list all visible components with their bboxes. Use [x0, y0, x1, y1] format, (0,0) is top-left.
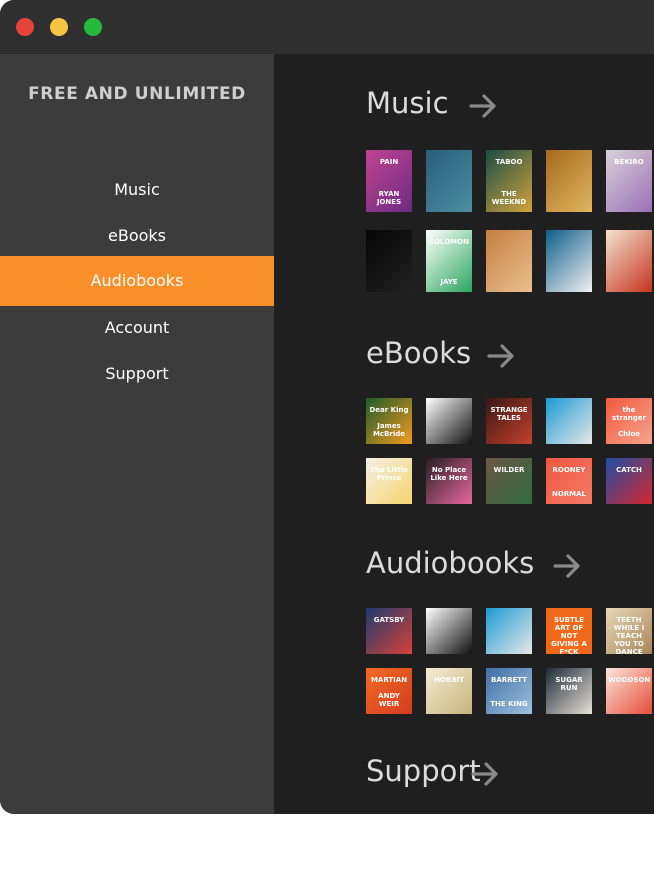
cover-subtitle: RYAN JONES — [376, 190, 402, 206]
cover-tile[interactable]: SUGAR RUN — [546, 668, 592, 714]
section-title-ebooks[interactable]: eBooks — [366, 336, 471, 370]
cover-title: STRANGE TALES — [490, 406, 528, 422]
cover-title: HOBBIT — [434, 676, 464, 684]
cover-title: TABOO — [495, 158, 523, 166]
sidebar: FREE AND UNLIMITED Music eBooks Audioboo… — [0, 54, 274, 814]
cover-tile[interactable]: TABOO THE WEEKND — [486, 150, 532, 212]
cover-tile[interactable]: SOLOMON JAYE — [426, 230, 472, 292]
cover-tile[interactable]: the stranger Chloe — [606, 398, 652, 444]
cover-subtitle: NORMAL — [551, 490, 587, 498]
cover-title: SUGAR RUN — [555, 676, 583, 692]
cover-tile[interactable]: SUBTLE ART OF NOT GIVING A F*CK — [546, 608, 592, 654]
cover-tile[interactable]: WILDER — [486, 458, 532, 504]
section-arrow-icon[interactable] — [552, 551, 582, 581]
cover-title: the stranger — [612, 406, 646, 422]
maximize-window-button[interactable] — [84, 18, 102, 36]
cover-title: MARTIAN — [370, 676, 408, 684]
cover-tile[interactable]: TEETH WHILE I TEACH YOU TO DANCE — [606, 608, 652, 654]
cover-tile[interactable] — [426, 150, 472, 212]
cover-title: Dear King — [369, 406, 409, 414]
cover-tile[interactable]: MARTIAN ANDY WEIR — [366, 668, 412, 714]
cover-title: TEETH WHILE I TEACH YOU TO DANCE — [613, 616, 645, 654]
cover-tile[interactable]: STRANGE TALES — [486, 398, 532, 444]
cover-tile[interactable]: BEKIRO — [606, 150, 652, 212]
sidebar-item-music[interactable]: Music — [0, 165, 274, 215]
cover-tile[interactable]: ROONEY NORMAL — [546, 458, 592, 504]
cover-title: SOLOMON — [429, 238, 469, 246]
section-arrow-icon[interactable] — [468, 91, 498, 121]
cover-title: GATSBY — [373, 616, 405, 624]
content-area: Music PAIN RYAN JONES TABOO THE WEEKND BEKIRO… — [274, 54, 654, 814]
section-title-support[interactable]: Support — [366, 754, 481, 788]
title-bar — [0, 0, 654, 54]
sidebar-item-account[interactable]: Account — [0, 303, 274, 353]
cover-tile[interactable] — [606, 230, 652, 292]
cover-tile[interactable] — [486, 608, 532, 654]
section-title-audiobooks[interactable]: Audiobooks — [366, 546, 534, 580]
cover-tile[interactable] — [366, 230, 412, 292]
section-arrow-icon[interactable] — [470, 759, 500, 789]
cover-tile[interactable] — [546, 230, 592, 292]
cover-subtitle: JAYE — [440, 278, 458, 286]
cover-title: CATCH — [616, 466, 642, 474]
cover-tile[interactable]: HOBBIT — [426, 668, 472, 714]
cover-tile[interactable] — [426, 398, 472, 444]
cover-subtitle: James McBride — [372, 422, 406, 438]
section-arrow-icon[interactable] — [486, 341, 516, 371]
cover-tile[interactable]: BARRETT THE KING — [486, 668, 532, 714]
cover-title: The Little Prince — [370, 466, 408, 482]
cover-tile[interactable]: WOODSON — [606, 668, 652, 714]
cover-subtitle: THE WEEKND — [491, 190, 527, 206]
cover-tile[interactable]: PAIN RYAN JONES — [366, 150, 412, 212]
cover-title: No Place Like Here — [430, 466, 468, 482]
cover-title: SUBTLE ART OF NOT GIVING A F*CK — [551, 616, 587, 654]
cover-tile[interactable]: GATSBY — [366, 608, 412, 654]
cover-tile[interactable] — [546, 150, 592, 212]
cover-title: BEKIRO — [614, 158, 644, 166]
cover-tile[interactable]: The Little Prince — [366, 458, 412, 504]
close-window-button[interactable] — [16, 18, 34, 36]
cover-subtitle: Chloe — [617, 430, 641, 438]
cover-title: ROONEY — [552, 466, 586, 474]
cover-tile[interactable] — [426, 608, 472, 654]
sidebar-item-audiobooks[interactable]: Audiobooks — [0, 256, 274, 306]
cover-subtitle: ANDY WEIR — [378, 692, 400, 708]
brand-title: FREE AND UNLIMITED — [28, 84, 246, 104]
cover-title: WILDER — [493, 466, 525, 474]
cover-subtitle: THE KING — [490, 700, 528, 708]
section-title-music[interactable]: Music — [366, 86, 449, 120]
cover-title: BARRETT — [490, 676, 528, 684]
cover-tile[interactable] — [546, 398, 592, 444]
cover-tile[interactable]: CATCH — [606, 458, 652, 504]
sidebar-item-ebooks[interactable]: eBooks — [0, 211, 274, 261]
cover-tile[interactable]: No Place Like Here — [426, 458, 472, 504]
cover-title: WOODSON — [608, 676, 651, 684]
app-window: FREE AND UNLIMITED Music eBooks Audioboo… — [0, 0, 654, 814]
minimize-window-button[interactable] — [50, 18, 68, 36]
cover-title: PAIN — [379, 158, 399, 166]
cover-tile[interactable]: Dear King James McBride — [366, 398, 412, 444]
sidebar-item-support[interactable]: Support — [0, 349, 274, 399]
cover-tile[interactable] — [486, 230, 532, 292]
